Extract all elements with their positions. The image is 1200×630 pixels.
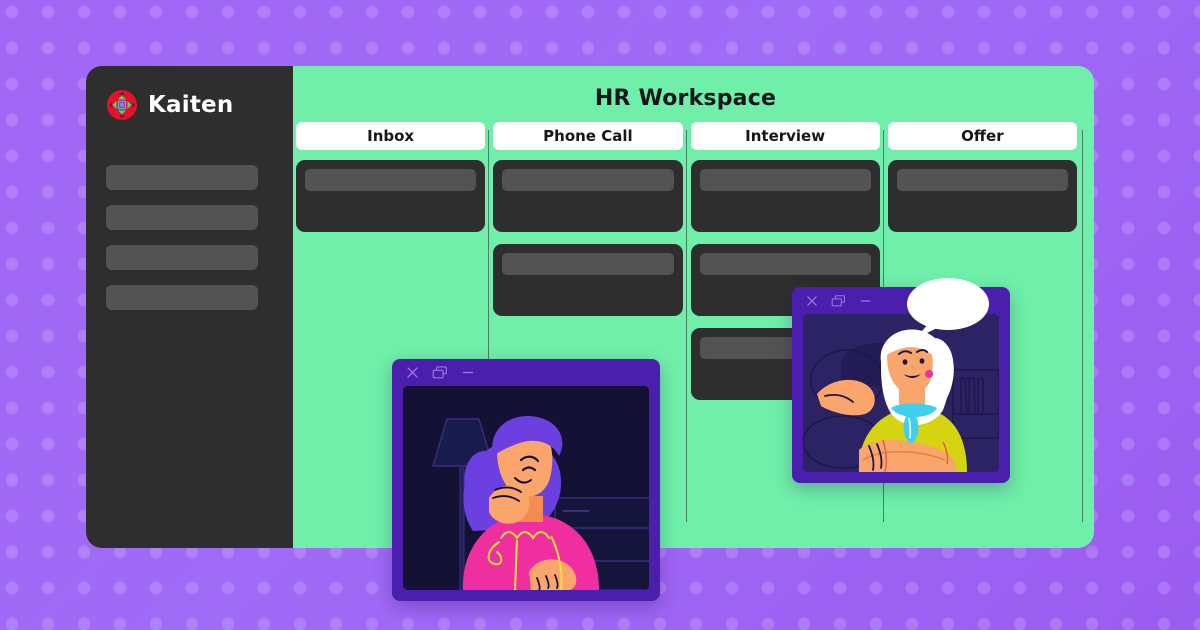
window-titlebar: [392, 359, 660, 386]
board-card[interactable]: [690, 160, 880, 232]
column-header-inbox[interactable]: Inbox: [296, 122, 486, 150]
video-call-window-1[interactable]: [392, 359, 660, 601]
sidebar-nav-item-2[interactable]: [106, 205, 258, 230]
minimize-icon[interactable]: [858, 294, 873, 308]
column-header-phone-call[interactable]: Phone Call: [493, 122, 683, 150]
column-header-interview[interactable]: Interview: [690, 122, 880, 150]
video-feed-1: [403, 386, 649, 590]
illustration-woman-purple-hair: [403, 386, 649, 590]
sidebar-nav-item-4[interactable]: [106, 285, 258, 310]
column-header-offer[interactable]: Offer: [887, 122, 1077, 150]
board-card[interactable]: [296, 160, 486, 232]
board-card[interactable]: [887, 160, 1077, 232]
card-title-placeholder: [896, 169, 1068, 191]
restore-windows-icon[interactable]: [830, 294, 847, 308]
brand-name: Kaiten: [148, 91, 234, 118]
board-card[interactable]: [493, 244, 683, 316]
sidebar-nav-item-1[interactable]: [106, 165, 258, 190]
sidebar: Kaiten: [86, 66, 293, 548]
card-title-placeholder: [502, 169, 674, 191]
board-title: HR Workspace: [594, 86, 777, 111]
card-title-placeholder: [305, 169, 477, 191]
kaiten-diamond-logo-icon: [107, 90, 137, 120]
brand[interactable]: Kaiten: [106, 89, 233, 121]
card-title-placeholder: [699, 253, 871, 275]
minimize-icon[interactable]: [460, 365, 476, 380]
card-title-placeholder: [502, 253, 674, 275]
card-title-placeholder: [699, 169, 871, 191]
restore-windows-icon[interactable]: [431, 365, 449, 380]
speech-bubble-icon: [907, 278, 989, 339]
close-icon[interactable]: [805, 294, 819, 308]
sidebar-nav-item-3[interactable]: [106, 245, 258, 270]
poster-canvas: Kaiten HR Workspace Inbox Phone Call Int…: [0, 0, 1200, 630]
close-icon[interactable]: [405, 365, 420, 380]
board-card[interactable]: [493, 160, 683, 232]
